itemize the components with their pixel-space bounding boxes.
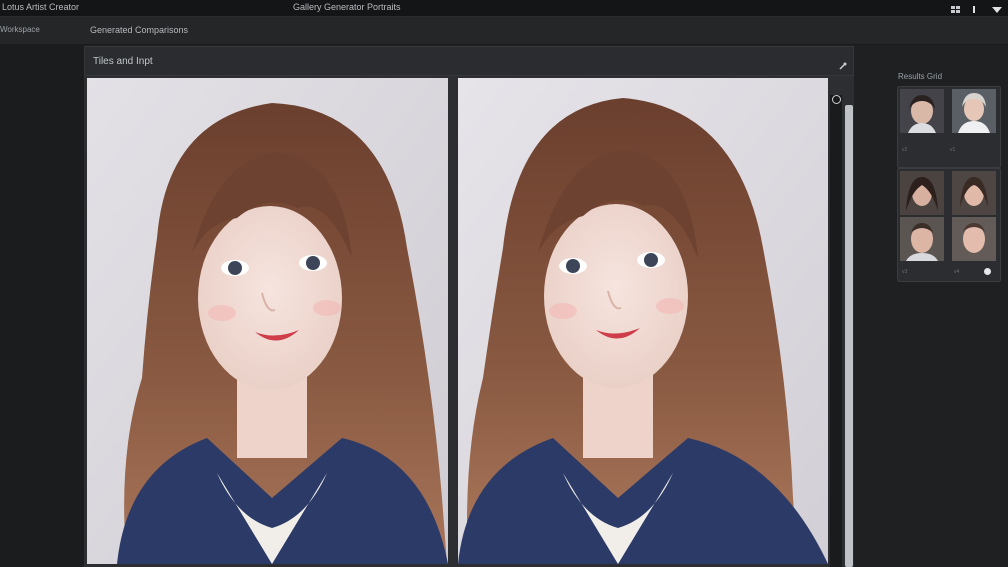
thumb-caption: v1	[950, 147, 956, 153]
thumbnail-portrait[interactable]	[952, 171, 996, 215]
thumb-caption: v2	[902, 147, 908, 153]
select-dot[interactable]	[984, 268, 991, 275]
workspace-menu[interactable]: Workspace	[0, 25, 40, 34]
portrait-image-right[interactable]	[458, 78, 828, 564]
app-title: Lotus Artist Creator	[2, 2, 80, 12]
compare-toggle[interactable]	[832, 95, 841, 104]
grid-icon[interactable]	[950, 2, 962, 13]
scrollbar-thumb[interactable]	[845, 105, 853, 567]
viewer-header: Tiles and Inpt	[84, 46, 854, 76]
left-sidebar	[0, 45, 84, 567]
thumbnail-portrait[interactable]	[900, 217, 944, 261]
scrollbar-track[interactable]	[830, 95, 842, 567]
menu-bar: Workspace Generated Comparisons	[0, 17, 1008, 45]
thumbnail-group-1: v2 v1	[897, 86, 1001, 168]
thumb-caption: v4	[954, 269, 960, 275]
portrait-image-left[interactable]	[87, 78, 448, 564]
thumbnail-portrait[interactable]	[900, 89, 944, 133]
thumbnail-group-2: v3 v4	[897, 168, 1001, 282]
thumbnail-portrait[interactable]	[952, 217, 996, 261]
thumbnail-portrait[interactable]	[952, 89, 996, 133]
chevron-down-icon[interactable]	[991, 2, 1003, 13]
minimize-icon[interactable]	[968, 2, 980, 13]
title-bar: Lotus Artist Creator Gallery Generator P…	[0, 0, 1008, 17]
thumb-caption: v3	[902, 269, 908, 275]
pin-icon[interactable]	[839, 57, 847, 70]
viewer-label: Tiles and Inpt	[93, 56, 153, 67]
side-panel-title: Results Grid	[898, 72, 943, 81]
document-title: Gallery Generator Portraits	[293, 2, 401, 12]
comparison-tab[interactable]: Generated Comparisons	[90, 25, 188, 35]
thumbnail-portrait[interactable]	[900, 171, 944, 215]
